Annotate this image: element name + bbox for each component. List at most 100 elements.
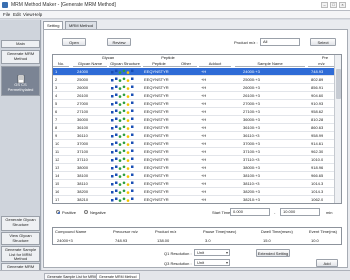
table-row[interactable]: 17 38210 EEQYNSTYR +H 38210:+3 1062.0 [53, 196, 335, 203]
minimize-icon[interactable]: – [321, 2, 328, 8]
peptide-sequence-cell: EEQYNSTYR [144, 189, 169, 194]
close-icon[interactable]: × [339, 2, 346, 8]
maximize-icon[interactable]: □ [330, 2, 337, 8]
col-peptide-sequence-header[interactable]: Peptide Sequence [143, 61, 175, 72]
mz-value-cell: 958.62 [311, 109, 324, 114]
sample-name-cell: 27100:+3 [243, 109, 260, 114]
adduct-cell: +H [201, 117, 207, 122]
table-row[interactable]: 15 38110 EEQYNSTYR +H 38110:+3 1014.3 [53, 180, 335, 188]
start-time-input[interactable]: 0.000 [230, 208, 270, 216]
table-row[interactable]: 2 25000 EEQYNSTYR +H 25000:+3 802.89 [53, 76, 335, 84]
add-button[interactable]: Add [316, 259, 338, 267]
sidebar-item-main[interactable]: Main [1, 40, 40, 48]
precursor-mz-header[interactable]: Precursor m/z [113, 229, 138, 234]
col-sample-name-header[interactable]: Sample Name [235, 61, 305, 67]
glycan-residue [118, 95, 122, 98]
table-row[interactable]: 4 26100 EEQYNSTYR +H 26100:+3 904.60 [53, 92, 335, 100]
glycan-structure-icon [111, 101, 134, 106]
dwell-time-header[interactable]: Dwell Time(msec) [261, 229, 293, 234]
q3-resolution-select[interactable]: Unit [194, 259, 230, 266]
adduct-cell: +H [201, 165, 207, 170]
sidebar-item-generate-mrm[interactable]: Generate MRM Method [1, 50, 40, 64]
table-row[interactable]: 7 36000 EEQYNSTYR +H 36000:+3 810.28 [53, 116, 335, 124]
table-row[interactable]: 16 38200 EEQYNSTYR +H 38200:+3 1014.3 [53, 188, 335, 196]
peptide-sequence-cell: EEQYNSTYR [144, 117, 169, 122]
glycan-residue [131, 117, 134, 120]
glycan-residue [126, 175, 130, 178]
glycan-residue [111, 199, 114, 202]
table-scrollbar[interactable] [334, 55, 341, 203]
glycan-residue [122, 149, 126, 153]
q1-resolution-select[interactable]: Unit [194, 249, 230, 256]
col-other-header[interactable]: Other [175, 61, 197, 67]
product-mz-input[interactable]: All [260, 38, 300, 46]
table-row[interactable]: 11 37100 EEQYNSTYR +H 37100:+3 962.30 [53, 148, 335, 156]
col-no-header[interactable]: No. [53, 61, 69, 67]
sidebar-item-sample-list[interactable]: Generate Sample List for MRM Method [1, 246, 40, 262]
glycan-residue [111, 127, 114, 130]
glycan-name-cell: 36110 [77, 133, 88, 138]
window-title: MRM Method Maker - [Generate MRM Method] [11, 2, 116, 8]
end-time-input[interactable]: 10.000 [280, 208, 320, 216]
table-row[interactable]: 6 27100 EEQYNSTYR +H 27100:+3 958.62 [53, 108, 335, 116]
event-time-header[interactable]: Event Time(ms) [309, 229, 337, 234]
pause-time-header[interactable]: Pause Time(msec) [203, 229, 236, 234]
peptide-sequence-cell: EEQYNSTYR [144, 85, 169, 90]
negative-radio[interactable] [84, 210, 88, 214]
glycan-residue [115, 141, 118, 144]
table-row[interactable]: 10 37000 EEQYNSTYR +H 37000:+3 914.61 [53, 140, 335, 148]
review-button[interactable]: Review [107, 38, 131, 46]
glycan-residue [118, 199, 122, 202]
glycan-structure-icon [111, 197, 134, 202]
table-row[interactable]: 8 36100 EEQYNSTYR +H 36100:+3 860.63 [53, 124, 335, 132]
scrollbar-thumb[interactable] [336, 69, 341, 99]
time-separator: - [274, 210, 276, 215]
glycan-residue [122, 69, 126, 73]
glycan-residue [118, 127, 122, 130]
sidebar-item-current[interactable]: GS CS Permethylated [1, 66, 40, 96]
menu-help[interactable]: Help [33, 12, 42, 17]
adduct-cell: +H [201, 125, 207, 130]
menu-file[interactable]: File [3, 12, 10, 17]
sample-name-cell: 24000:+3 [243, 69, 260, 74]
tab-mrm-method[interactable]: MRM Method [65, 21, 98, 29]
table-row[interactable]: 9 36110 EEQYNSTYR +H 36110:+3 958.99 [53, 132, 335, 140]
positive-radio[interactable] [56, 210, 60, 214]
menu-view[interactable]: View [23, 12, 33, 17]
table-row[interactable]: 5 27000 EEQYNSTYR +H 27000:+3 910.93 [53, 100, 335, 108]
extended-setting-button[interactable]: Extended Setting [256, 249, 290, 257]
col-adduct-header[interactable]: Adduct [199, 61, 231, 67]
table-row[interactable]: 13 38000 EEQYNSTYR +H 38000:+3 918.96 [53, 164, 335, 172]
peptide-sequence-cell: EEQYNSTYR [144, 141, 169, 146]
menu-edit[interactable]: Edit [13, 12, 21, 17]
col-glycan-name-header[interactable]: Glycan Name [73, 61, 107, 67]
glycan-residue [115, 165, 118, 168]
table-row[interactable]: 14 38100 EEQYNSTYR +H 38100:+3 966.65 [53, 172, 335, 180]
glycan-residue [131, 149, 134, 152]
table-row[interactable]: 1 24000 EEQYNSTYR +H 24000:+3 748.93 [53, 68, 335, 76]
glycan-residue [131, 85, 134, 88]
sample-name-cell: 38100:+3 [243, 173, 260, 178]
tab-setting[interactable]: Setting [43, 21, 64, 29]
status-bar: Generate Sample List for MRM Method Gene… [0, 270, 350, 280]
table-row[interactable]: 12 37110 EEQYNSTYR +H 37110:+3 1010.0 [53, 156, 335, 164]
glycan-residue [131, 157, 134, 160]
glycan-residue [131, 189, 134, 192]
glycan-residue [126, 183, 130, 186]
col-mz-header[interactable]: m/z [308, 61, 335, 67]
status-tab-mrm-method[interactable]: Generate MRM Method [96, 273, 140, 280]
sidebar-item-generate-glycan[interactable]: Generate Glycan Structure [1, 216, 40, 231]
product-mz-header[interactable]: Product m/z [155, 229, 176, 234]
sidebar-item-view-glycan[interactable]: View Glycan Structure [1, 232, 40, 245]
col-glycan-structure-header[interactable]: Glycan Structure [109, 61, 141, 67]
glycan-residue [131, 93, 134, 96]
open-button[interactable]: Open [62, 38, 86, 46]
sample-name-cell: 26000:+3 [243, 85, 260, 90]
mz-value-cell: 958.99 [311, 133, 324, 138]
adduct-cell: +H [201, 85, 207, 90]
table-row[interactable]: 3 26000 EEQYNSTYR +H 26000:+3 856.91 [53, 84, 335, 92]
select-button[interactable]: Select [310, 38, 336, 46]
row-no-cell: 15 [55, 181, 60, 186]
compound-name-header[interactable]: Compound Name [55, 229, 86, 234]
row-no-cell: 2 [55, 77, 58, 82]
